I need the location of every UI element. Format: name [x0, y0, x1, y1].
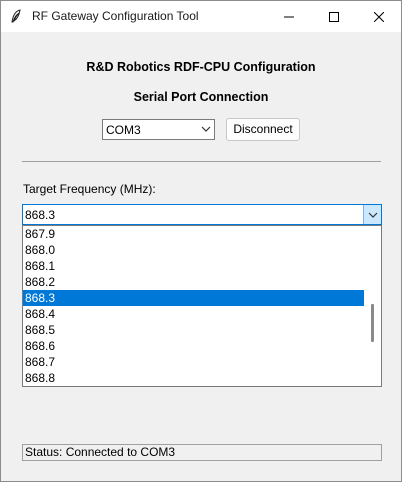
section-title: Serial Port Connection [133, 90, 269, 104]
minimize-button[interactable] [266, 1, 311, 32]
window-title: RF Gateway Configuration Tool [32, 9, 199, 23]
maximize-button[interactable] [311, 1, 356, 32]
list-item[interactable]: 868.6 [23, 338, 364, 354]
maximize-icon [328, 11, 339, 22]
port-select[interactable]: COM3 [102, 119, 215, 140]
frequency-dropdown-button[interactable] [363, 205, 381, 224]
list-item[interactable]: 868.1 [23, 258, 364, 274]
list-item[interactable]: 868.3 [23, 290, 364, 306]
frequency-select-value: 868.3 [25, 208, 56, 222]
app-window: RF Gateway Configuration Tool R&D Roboti… [0, 0, 402, 482]
frequency-label: Target Frequency (MHz): [23, 182, 156, 196]
list-scrollbar[interactable] [364, 226, 381, 386]
minimize-icon [283, 16, 294, 17]
chevron-down-icon [368, 212, 377, 218]
disconnect-button[interactable]: Disconnect [226, 118, 300, 141]
list-item[interactable]: 868.0 [23, 242, 364, 258]
list-item[interactable]: 868.2 [23, 274, 364, 290]
list-item[interactable]: 868.5 [23, 322, 364, 338]
close-button[interactable] [356, 1, 401, 32]
frequency-dropdown-list[interactable]: 867.9 868.0 868.1 868.2 868.3 868.4 868.… [22, 225, 382, 387]
client-area: R&D Robotics RDF-CPU Configuration Seria… [1, 32, 401, 481]
chevron-down-icon [201, 126, 211, 132]
status-bar: Status: Connected to COM3 [22, 444, 382, 461]
port-select-value: COM3 [106, 123, 141, 137]
separator [22, 161, 381, 162]
list-item[interactable]: 868.8 [23, 370, 364, 386]
feather-icon [11, 9, 21, 23]
list-item[interactable]: 867.9 [23, 226, 364, 242]
title-bar[interactable]: RF Gateway Configuration Tool [1, 1, 401, 32]
close-icon [373, 11, 384, 22]
list-item[interactable]: 868.7 [23, 354, 364, 370]
frequency-select[interactable]: 868.3 [22, 204, 382, 225]
scroll-thumb[interactable] [371, 304, 374, 342]
page-title: R&D Robotics RDF-CPU Configuration [86, 60, 316, 74]
list-item[interactable]: 868.4 [23, 306, 364, 322]
